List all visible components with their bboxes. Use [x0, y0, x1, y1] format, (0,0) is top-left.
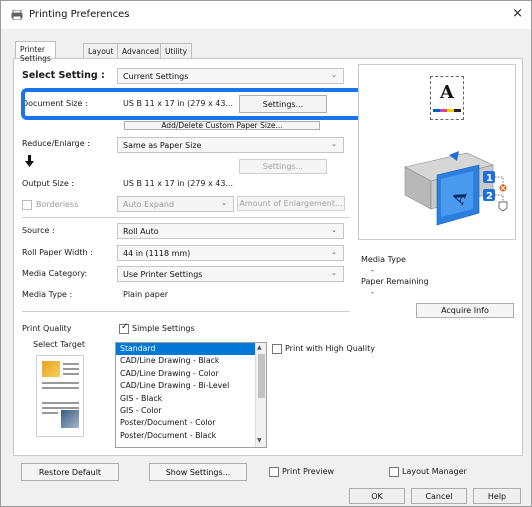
media-category-dropdown[interactable]: Use Printer Settings ⌄ [117, 266, 344, 282]
roll-paper-width-label: Roll Paper Width : [22, 248, 93, 257]
chevron-down-icon: ⌄ [331, 269, 337, 277]
list-item[interactable]: CAD/Line Drawing - Bi-Level [116, 380, 266, 392]
svg-text:2: 2 [486, 191, 493, 202]
close-icon[interactable]: × [512, 6, 523, 21]
borderless-mode-dropdown[interactable]: Auto Expand ⌄ [117, 196, 234, 212]
status-media-type-value: - [371, 266, 374, 275]
output-size-label: Output Size : [22, 179, 74, 188]
list-item[interactable]: Poster/Document - Color [116, 417, 266, 429]
printer-settings-panel: Select Setting : Current Settings ⌄ Docu… [13, 58, 523, 456]
reduce-enlarge-label: Reduce/Enlarge : [22, 139, 90, 148]
target-preview-image [36, 355, 84, 437]
list-item[interactable]: GIS - Color [116, 405, 266, 417]
status-paper-remaining-value: - [371, 288, 374, 297]
chevron-down-icon: ⌄ [331, 226, 337, 234]
select-target-list[interactable]: Standard CAD/Line Drawing - Black CAD/Li… [115, 342, 267, 448]
tab-advanced[interactable]: Advanced [117, 43, 165, 58]
arrow-down-icon [25, 155, 34, 167]
media-type-value: Plain paper [123, 290, 169, 299]
printer-preview-panel: A A 1 2 [358, 64, 516, 240]
document-size-highlight [21, 88, 364, 120]
checkmark-icon: ✓ [121, 322, 129, 332]
print-high-quality-label: Print with High Quality [285, 344, 375, 353]
simple-settings-label: Simple Settings [132, 324, 195, 333]
reduce-enlarge-dropdown[interactable]: Same as Paper Size ⌄ [117, 137, 344, 153]
media-type-label: Media Type : [22, 290, 73, 299]
layout-manager-label: Layout Manager [402, 467, 467, 476]
window-title: Printing Preferences [29, 9, 130, 20]
borderless-label: Borderless [36, 200, 79, 209]
print-quality-label: Print Quality [22, 324, 72, 333]
select-setting-dropdown[interactable]: Current Settings ⌄ [117, 68, 344, 84]
select-setting-value: Current Settings [123, 72, 189, 81]
title-bar: Printing Preferences × [1, 1, 531, 29]
roll-paper-width-dropdown[interactable]: 44 in (1118 mm) ⌄ [117, 245, 344, 261]
add-delete-custom-paper-size-button[interactable]: Add/Delete Custom Paper Size... [124, 121, 320, 130]
output-size-value: US B 11 x 17 in (279 x 43... [123, 179, 234, 188]
chevron-down-icon: ⌄ [221, 199, 227, 207]
scrollbar-thumb[interactable] [258, 354, 265, 398]
reduce-enlarge-value: Same as Paper Size [123, 141, 202, 150]
ok-button[interactable]: OK [349, 488, 405, 504]
tab-utility[interactable]: Utility [160, 43, 193, 58]
layout-manager-checkbox[interactable] [389, 467, 399, 477]
tab-printer-settings[interactable]: Printer Settings [15, 41, 56, 63]
list-item[interactable]: Poster/Document - Black [116, 430, 266, 442]
status-media-type-label: Media Type [361, 255, 406, 264]
print-high-quality-checkbox[interactable] [272, 344, 282, 354]
list-item[interactable]: Standard [116, 343, 266, 356]
photo-thumbnail [61, 410, 79, 428]
ink-colors-bar [433, 109, 461, 112]
media-category-value: Use Printer Settings [123, 270, 203, 279]
page-preview: A [430, 76, 464, 120]
separator [22, 311, 350, 312]
source-dropdown[interactable]: Roll Auto ⌄ [117, 223, 344, 239]
amount-of-enlargement-button[interactable]: Amount of Enlargement... [237, 196, 345, 211]
restore-default-button[interactable]: Restore Default [21, 463, 119, 481]
print-preview-checkbox[interactable] [269, 467, 279, 477]
show-settings-button[interactable]: Show Settings... [149, 463, 247, 481]
help-button[interactable]: Help [473, 488, 521, 504]
list-item[interactable]: GIS - Black [116, 393, 266, 405]
source-label: Source : [22, 226, 55, 235]
roll-paper-width-value: 44 in (1118 mm) [123, 249, 191, 258]
select-setting-label: Select Setting : [22, 70, 105, 81]
acquire-info-button[interactable]: Acquire Info [416, 303, 514, 318]
tab-layout[interactable]: Layout [83, 43, 119, 58]
printer-icon [11, 10, 23, 20]
scroll-up-icon[interactable]: ▲ [257, 344, 262, 351]
borderless-mode-value: Auto Expand [123, 200, 175, 209]
cancel-button[interactable]: Cancel [411, 488, 467, 504]
chevron-down-icon: ⌄ [331, 71, 337, 79]
list-item[interactable]: CAD/Line Drawing - Color [116, 368, 266, 380]
reduce-enlarge-settings-button[interactable]: Settings... [239, 159, 327, 174]
source-value: Roll Auto [123, 227, 159, 236]
page-preview-letter: A [440, 82, 454, 103]
printing-preferences-window: Printing Preferences × Printer Settings … [0, 0, 532, 507]
svg-text:1: 1 [486, 173, 493, 184]
photo-thumbnail [42, 361, 60, 377]
list-scrollbar[interactable]: ▲ ▼ [255, 343, 266, 447]
list-item[interactable]: CAD/Line Drawing - Black [116, 355, 266, 367]
chevron-down-icon: ⌄ [331, 248, 337, 256]
select-target-label: Select Target [33, 340, 85, 349]
print-preview-label: Print Preview [282, 467, 335, 476]
large-format-printer-icon: A 1 2 [404, 151, 508, 226]
borderless-checkbox[interactable] [22, 200, 32, 210]
separator [22, 217, 350, 218]
simple-settings-checkbox[interactable]: ✓ [119, 322, 129, 334]
chevron-down-icon: ⌄ [331, 140, 337, 148]
scroll-down-icon[interactable]: ▼ [257, 437, 262, 444]
status-paper-remaining-label: Paper Remaining [361, 277, 429, 286]
media-category-label: Media Category: [22, 269, 88, 278]
